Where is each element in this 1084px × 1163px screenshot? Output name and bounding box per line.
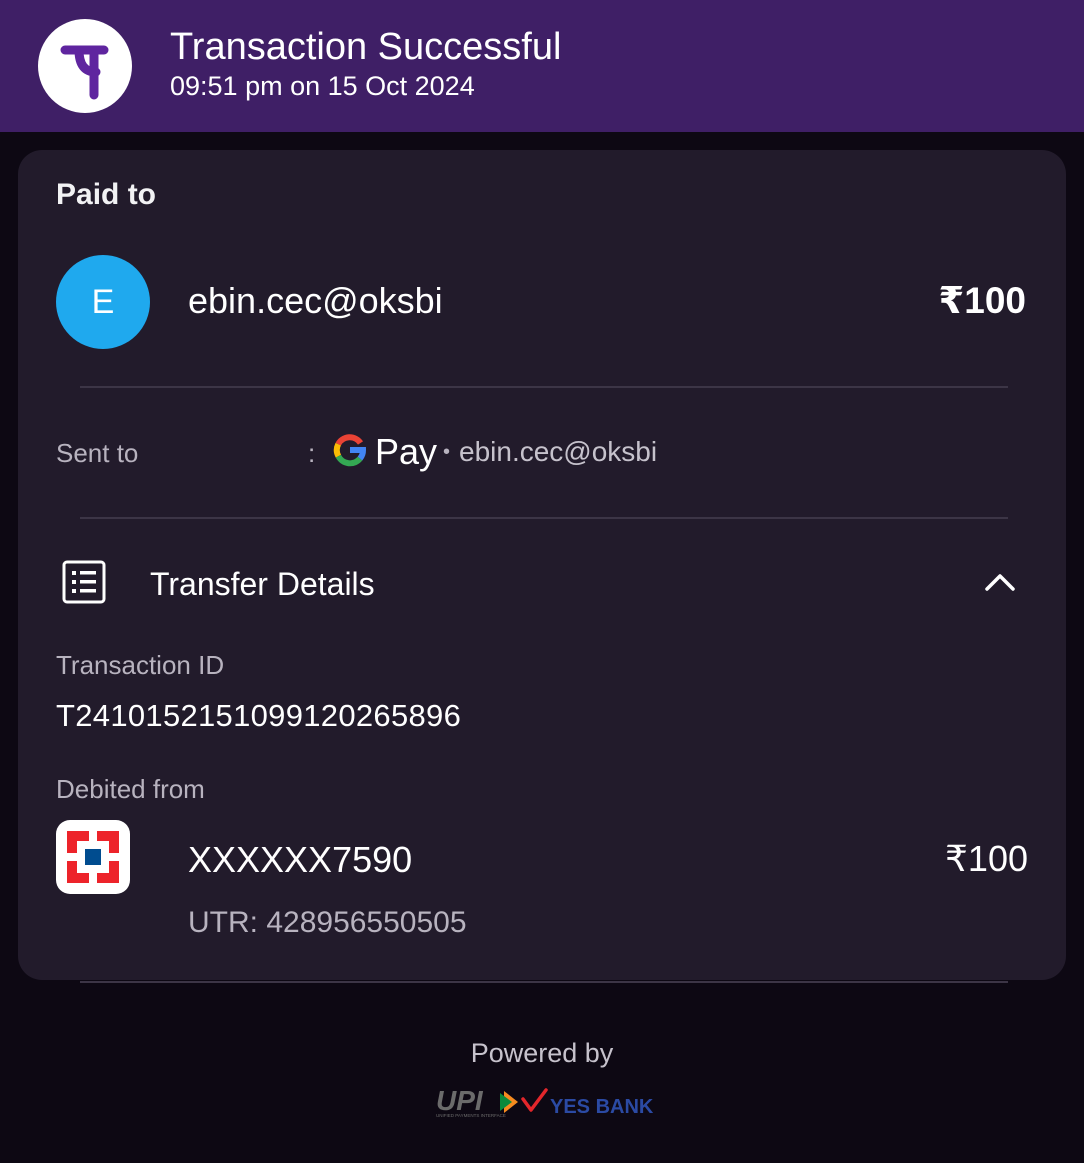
payee-vpa: ebin.cec@oksbi (188, 280, 443, 321)
receipt-list-icon (62, 560, 106, 609)
sent-to-label: Sent to (56, 438, 139, 468)
svg-text:UNIFIED PAYMENTS INTERFACE: UNIFIED PAYMENTS INTERFACE (436, 1113, 506, 1118)
divider (80, 517, 1008, 519)
transaction-id-value: T2410152151099120265896 (56, 698, 462, 733)
hdfc-bank-logo-icon (56, 820, 130, 894)
debited-from-label: Debited from (56, 774, 205, 804)
payee-avatar: E (56, 255, 150, 349)
paid-amount: ₹100 (938, 280, 1026, 321)
separator-dot: • (443, 441, 451, 463)
paid-to-label: Paid to (56, 178, 157, 211)
transfer-details-title[interactable]: Transfer Details (150, 566, 375, 603)
gpay-label: Pay (375, 431, 438, 472)
google-g-icon (333, 433, 367, 472)
transaction-id-label: Transaction ID (56, 650, 225, 680)
chevron-up-icon[interactable] (984, 570, 1016, 599)
header-bar: Transaction Successful 09:51 pm on 15 Oc… (0, 0, 1084, 132)
sent-to-separator: : (308, 438, 316, 468)
debit-account-number: XXXXXX7590 (188, 839, 413, 880)
sent-to-vpa: ebin.cec@oksbi (459, 436, 658, 467)
page-title: Transaction Successful (170, 26, 562, 68)
svg-text:YES BANK: YES BANK (550, 1096, 654, 1118)
utr-number: UTR: 428956550505 (188, 906, 467, 939)
footer-divider (80, 981, 1008, 983)
phonepe-logo-icon (38, 19, 132, 113)
transaction-card: Paid to E ebin.cec@oksbi ₹100 Sent to : … (18, 150, 1066, 980)
avatar-letter: E (91, 282, 115, 321)
powered-by-label: Powered by (470, 1038, 614, 1068)
divider (80, 386, 1008, 388)
svg-text:UPI: UPI (436, 1085, 484, 1116)
transaction-timestamp: 09:51 pm on 15 Oct 2024 (170, 71, 475, 101)
debit-amount: ₹100 (945, 838, 1028, 879)
upi-yes-bank-logo: UPI UNIFIED PAYMENTS INTERFACE YES BANK (432, 1082, 654, 1125)
